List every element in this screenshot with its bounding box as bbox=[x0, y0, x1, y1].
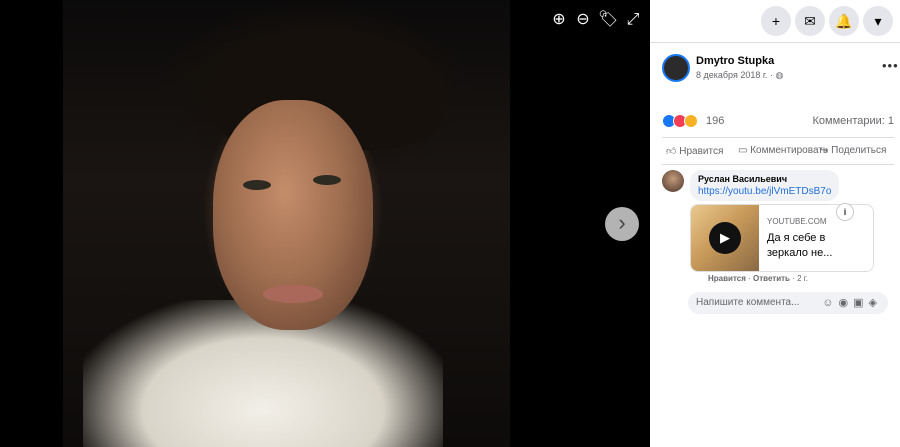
info-icon[interactable]: i bbox=[836, 203, 854, 221]
comment-item: Руслан Васильевич https://youtu.be/jlVmE… bbox=[662, 170, 894, 285]
post-photo[interactable] bbox=[63, 0, 510, 447]
share-button-label: Поделиться bbox=[831, 145, 887, 156]
fullscreen-icon[interactable]: ⤢ bbox=[622, 9, 644, 31]
messenger-button[interactable]: ✉ bbox=[795, 6, 825, 36]
next-photo-button[interactable]: › bbox=[605, 207, 639, 241]
preview-title[interactable]: Да я себе в зеркало не... bbox=[767, 231, 867, 261]
photo-right-eye bbox=[313, 175, 341, 185]
reactions-count[interactable]: 196 bbox=[706, 115, 724, 127]
comment-composer[interactable]: Напишите коммента... ☺◉▣◈ bbox=[688, 292, 888, 314]
comment-button-label: Комментировать bbox=[750, 145, 829, 156]
video-thumbnail[interactable]: ▶ bbox=[691, 205, 759, 271]
comment-input[interactable]: Напишите коммента... bbox=[696, 297, 799, 308]
comment-time[interactable]: 2 г. bbox=[797, 274, 808, 283]
photo-mouth bbox=[263, 285, 323, 303]
post-options-button[interactable]: ••• bbox=[882, 58, 899, 73]
like-button[interactable]: 👍︎ Нравится bbox=[666, 145, 723, 157]
photo-viewer: ⊕ ⊖ 🏷 ⤢ › bbox=[0, 0, 650, 447]
zoom-in-icon[interactable]: ⊕ bbox=[548, 9, 570, 31]
comment-meta: Нравится · Ответить · 2 г. bbox=[708, 274, 808, 283]
like-button-label: Нравится bbox=[679, 146, 724, 157]
play-icon[interactable]: ▶ bbox=[709, 222, 741, 254]
comment-reply-link[interactable]: Ответить bbox=[753, 274, 790, 283]
share-button[interactable]: ↪ Поделиться bbox=[820, 145, 886, 156]
globe-icon: ◍ bbox=[775, 70, 784, 80]
post-date-text[interactable]: 8 декабря 2018 г. · bbox=[696, 70, 776, 80]
zoom-out-icon[interactable]: ⊖ bbox=[572, 9, 594, 31]
sticker-icon[interactable]: ◈ bbox=[869, 297, 882, 309]
preview-domain: YOUTUBE.COM bbox=[767, 217, 827, 226]
author-name[interactable]: Dmytro Stupka bbox=[696, 55, 774, 67]
comments-count[interactable]: Комментарии: 1 bbox=[812, 115, 894, 127]
comment-link[interactable]: https://youtu.be/jlVmETDsB7o bbox=[698, 186, 831, 197]
create-button[interactable]: + bbox=[761, 6, 791, 36]
tag-icon[interactable]: 🏷 bbox=[597, 9, 619, 31]
comment-like-link[interactable]: Нравится bbox=[708, 274, 746, 283]
notifications-button[interactable]: 🔔 bbox=[829, 6, 859, 36]
comment-icon: ▭ bbox=[738, 145, 748, 156]
top-bar: + ✉ 🔔 ▾ bbox=[650, 0, 900, 43]
account-menu-button[interactable]: ▾ bbox=[863, 6, 893, 36]
commenter-avatar[interactable] bbox=[662, 170, 684, 192]
author-avatar[interactable] bbox=[662, 54, 690, 82]
post-date[interactable]: 8 декабря 2018 г. · ◍ bbox=[696, 70, 783, 81]
commenter-name[interactable]: Руслан Васильевич bbox=[698, 174, 831, 184]
composer-icons: ☺◉▣◈ bbox=[822, 296, 882, 309]
camera-icon[interactable]: ◉ bbox=[839, 297, 854, 309]
post-author: Dmytro Stupka 8 декабря 2018 г. · ◍ ••• bbox=[662, 54, 898, 88]
wow-reaction-icon bbox=[684, 114, 698, 128]
share-icon: ↪ bbox=[820, 145, 829, 156]
gif-icon[interactable]: ▣ bbox=[853, 297, 868, 309]
reactions-summary[interactable]: 196 Комментарии: 1 bbox=[662, 114, 894, 130]
thumbs-up-icon: 👍︎ bbox=[666, 146, 677, 157]
comment-button[interactable]: ▭ Комментировать bbox=[738, 145, 828, 156]
post-actions: 👍︎ Нравится ▭ Комментировать ↪ Поделитьс… bbox=[662, 137, 894, 165]
comment-bubble: Руслан Васильевич https://youtu.be/jlVmE… bbox=[690, 170, 840, 201]
photo-left-eye bbox=[243, 180, 271, 190]
emoji-icon[interactable]: ☺ bbox=[822, 297, 838, 309]
post-panel: + ✉ 🔔 ▾ Dmytro Stupka 8 декабря 2018 г. … bbox=[650, 0, 900, 447]
